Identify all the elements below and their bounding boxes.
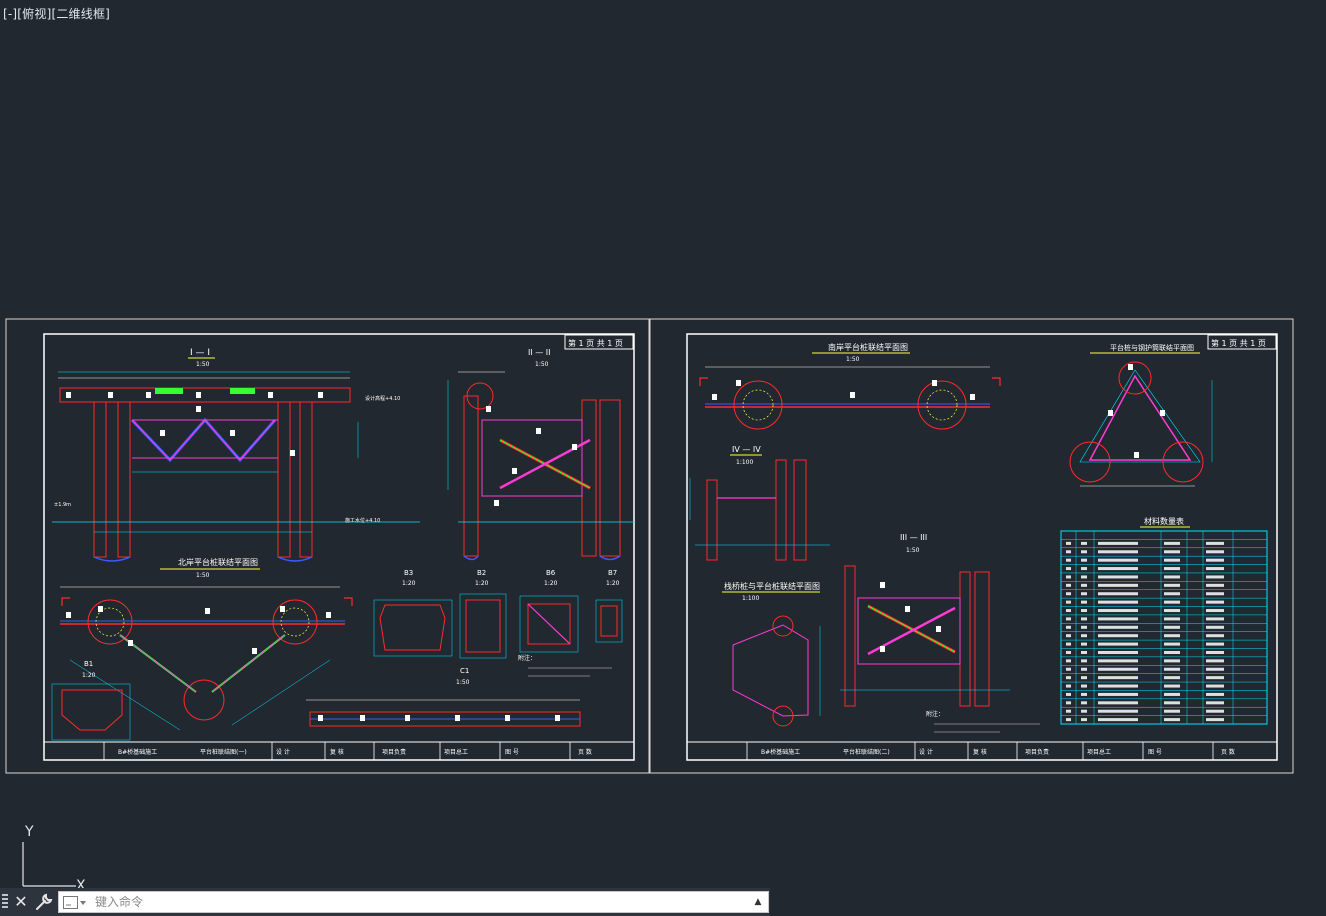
sheet-2-page-tag: 第 1 页 共 1 页 (1211, 338, 1266, 348)
svg-text:B#桥基础施工: B#桥基础施工 (761, 748, 800, 756)
svg-text:复 核: 复 核 (330, 748, 344, 756)
svg-text:IV — IV: IV — IV (732, 445, 761, 454)
sheet-2-outer-frame (649, 318, 1294, 774)
detail-b7: B7 1:20 (595, 569, 623, 643)
detail-c1: C1 1:50 附注： (306, 654, 612, 727)
view-1-1: I — I 1:50 ±1.9m 施工水位+4.10 设计高程+4.10 (52, 348, 420, 562)
svg-text:1:50: 1:50 (906, 547, 920, 554)
command-history-button[interactable]: ▲ (752, 894, 764, 910)
svg-text:设 计: 设 计 (919, 748, 933, 756)
view-trestle-pile-plan: 栈桥桩与平台桩联结平面图 1:100 (722, 581, 821, 727)
svg-text:平台桩联结图(二): 平台桩联结图(二) (843, 748, 890, 756)
view-4-4: IV — IV 1:100 (689, 445, 830, 561)
svg-text:项目负责: 项目负责 (1025, 748, 1049, 756)
svg-text:B3: B3 (404, 569, 413, 577)
view-title: I — I (190, 348, 210, 358)
svg-text:1:20: 1:20 (402, 580, 416, 587)
svg-text:施工水位+4.10: 施工水位+4.10 (345, 517, 380, 524)
view-title: 北岸平台桩联结平面图 (178, 557, 258, 567)
svg-text:1:20: 1:20 (475, 580, 489, 587)
svg-text:栈桥桩与平台桩联结平面图: 栈桥桩与平台桩联结平面图 (724, 581, 820, 591)
command-input-field[interactable]: ▲ (58, 891, 769, 913)
ucs-icon: Y X (22, 824, 86, 892)
detail-b3: B3 1:20 (373, 569, 453, 657)
svg-text:图 号: 图 号 (1148, 749, 1162, 756)
svg-text:项目总工: 项目总工 (444, 748, 468, 756)
command-line-bar: ✕ ▲ (0, 888, 770, 916)
svg-text:C1: C1 (460, 667, 469, 675)
svg-text:平台桩与钢护筒联结平面图: 平台桩与钢护筒联结平面图 (1110, 343, 1194, 352)
svg-text:附注：: 附注： (518, 654, 536, 662)
svg-text:附注：: 附注： (926, 710, 944, 718)
view-south-platform-plan: 南岸平台桩联结平面图 1:50 (699, 342, 1001, 430)
svg-text:III — III: III — III (900, 533, 927, 542)
ucs-y-label: Y (24, 824, 34, 840)
svg-text:B1: B1 (84, 660, 93, 668)
svg-text:设计高程+4.10: 设计高程+4.10 (365, 395, 400, 402)
detail-b1: B1 1:20 (51, 660, 131, 741)
svg-text:B7: B7 (608, 569, 617, 577)
svg-text:页 数: 页 数 (578, 748, 592, 756)
close-icon[interactable]: ✕ (13, 892, 29, 912)
sheet-1-inner-border (43, 333, 635, 761)
view-north-platform-plan: 北岸平台桩联结平面图 1:50 (60, 557, 353, 731)
svg-text:项目总工: 项目总工 (1087, 748, 1111, 756)
svg-text:1:20: 1:20 (544, 580, 558, 587)
detail-b2: B2 1:20 (459, 569, 507, 659)
sheet-1[interactable]: 第 1 页 共 1 页 I — I 1:50 ±1.9m 施工水位+4.10 设… (43, 333, 635, 761)
svg-text:1:100: 1:100 (736, 459, 753, 466)
sheet-2[interactable]: 第 1 页 共 1 页 南岸平台桩联结平面图 1:50 平台桩与钢护筒联结平面图 (686, 333, 1278, 761)
svg-text:项目负责: 项目负责 (382, 748, 406, 756)
svg-text:1:20: 1:20 (82, 672, 96, 679)
grip-handle-icon[interactable] (2, 894, 8, 910)
svg-text:图 号: 图 号 (505, 749, 519, 756)
view-title: II — II (528, 348, 551, 357)
svg-text:B2: B2 (477, 569, 486, 577)
svg-text:页 数: 页 数 (1221, 748, 1235, 756)
svg-text:南岸平台桩联结平面图: 南岸平台桩联结平面图 (828, 342, 908, 352)
detail-b6: B6 1:20 (519, 569, 579, 653)
material-quantity-table: 材料数量表 (1060, 516, 1268, 725)
svg-text:材料数量表: 材料数量表 (1144, 516, 1184, 526)
sheet-1-title-block: B#桥基础施工 平台桩联结图(一) 设 计 复 核 项目负责 项目总工 图 号 … (44, 741, 634, 760)
command-input[interactable] (95, 893, 735, 911)
svg-text:设 计: 设 计 (276, 748, 290, 756)
view-scale: 1:50 (196, 361, 210, 368)
sheet-2-title-block: B#桥基础施工 平台桩联结图(二) 设 计 复 核 项目负责 项目总工 图 号 … (687, 741, 1277, 760)
svg-text:±1.9m: ±1.9m (54, 502, 71, 508)
svg-text:平台桩联结图(一): 平台桩联结图(一) (200, 748, 247, 756)
view-scale: 1:50 (196, 572, 210, 579)
svg-text:B6: B6 (546, 569, 556, 577)
svg-text:1:50: 1:50 (456, 679, 470, 686)
sheet-1-page-tag: 第 1 页 共 1 页 (568, 338, 623, 348)
wrench-icon[interactable] (34, 892, 54, 912)
cad-drawing-canvas[interactable]: 第 1 页 共 1 页 I — I 1:50 ±1.9m 施工水位+4.10 设… (0, 0, 1326, 916)
svg-text:1:20: 1:20 (606, 580, 620, 587)
svg-text:复 核: 复 核 (973, 748, 987, 756)
view-3-3: III — III 1:50 (840, 533, 1010, 707)
view-scale: 1:50 (535, 361, 549, 368)
svg-text:1:100: 1:100 (742, 595, 759, 602)
svg-text:1:50: 1:50 (846, 356, 860, 363)
sheet-1-outer-frame (5, 318, 650, 774)
view-platform-casing-plan: 平台桩与钢护筒联结平面图 (1069, 343, 1213, 487)
command-prompt-icon[interactable] (63, 896, 87, 910)
svg-text:B#桥基础施工: B#桥基础施工 (118, 748, 157, 756)
view-2-2: II — II 1:50 (447, 348, 634, 561)
